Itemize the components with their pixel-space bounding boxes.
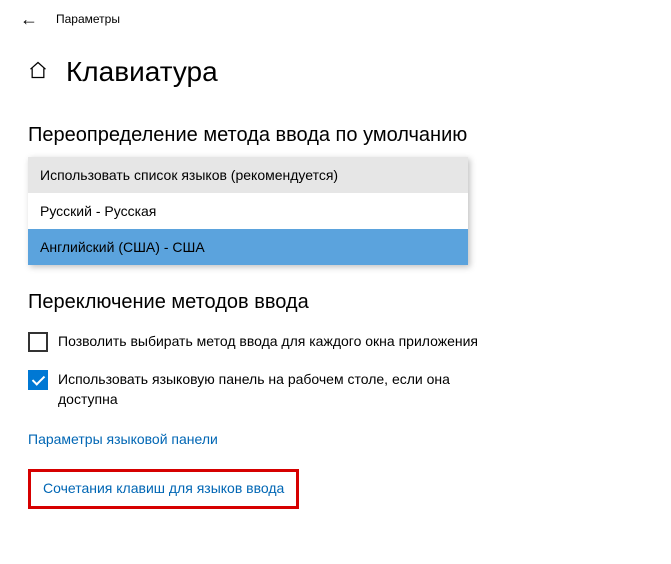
section-switching-title: Переключение методов ввода: [28, 291, 643, 314]
input-method-dropdown[interactable]: Использовать список языков (рекомендуетс…: [28, 157, 468, 265]
link-lang-panel-settings[interactable]: Параметры языковой панели: [28, 431, 218, 447]
breadcrumb: Параметры: [56, 12, 120, 26]
page-title: Клавиатура: [66, 56, 218, 88]
checkbox-lang-bar[interactable]: [28, 370, 48, 390]
dropdown-option-russian[interactable]: Русский - Русская: [28, 193, 468, 229]
checkbox-row-per-window: Позволить выбирать метод ввода для каждо…: [28, 332, 643, 352]
content-area: Переопределение метода ввода по умолчани…: [0, 124, 671, 509]
checkbox-per-window[interactable]: [28, 332, 48, 352]
checkbox-per-window-label: Позволить выбирать метод ввода для каждо…: [58, 332, 478, 352]
section-override-title: Переопределение метода ввода по умолчани…: [28, 124, 643, 147]
dropdown-option-recommended[interactable]: Использовать список языков (рекомендуетс…: [28, 157, 468, 193]
highlight-box: Сочетания клавиш для языков ввода: [28, 469, 299, 509]
checkbox-row-lang-bar: Использовать языковую панель на рабочем …: [28, 370, 643, 409]
link-input-language-hotkeys[interactable]: Сочетания клавиш для языков ввода: [43, 480, 284, 496]
dropdown-option-english-us[interactable]: Английский (США) - США: [28, 229, 468, 265]
back-arrow-icon[interactable]: ←: [20, 10, 38, 28]
window-header: ← Параметры: [0, 0, 671, 36]
home-icon[interactable]: [28, 60, 48, 85]
checkbox-lang-bar-label: Использовать языковую панель на рабочем …: [58, 370, 478, 409]
title-row: Клавиатура: [0, 36, 671, 98]
